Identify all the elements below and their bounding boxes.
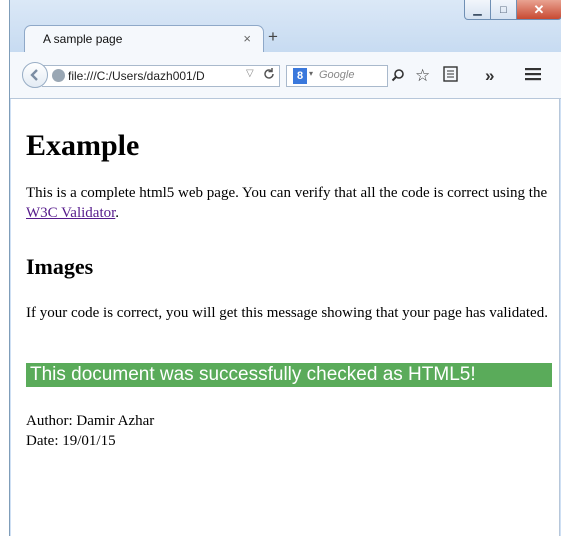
page-content: Example This is a complete html5 web pag… — [11, 99, 560, 536]
browser-window: ▁ □ ✕ A sample page × + file:///C:/Users… — [9, 0, 561, 536]
globe-icon — [52, 69, 65, 82]
window-controls: ▁ □ ✕ — [464, 0, 561, 20]
search-engine-dropdown-icon[interactable]: ▾ — [309, 69, 313, 78]
navigation-bar: file:///C:/Users/dazh001/D ▽ 8 ▾ Google … — [10, 52, 561, 99]
back-arrow-icon — [30, 69, 38, 81]
reload-icon[interactable] — [262, 67, 276, 84]
page-meta: Author: Damir Azhar Date: 19/01/15 — [26, 411, 154, 451]
overflow-icon[interactable]: » — [485, 66, 494, 86]
search-placeholder: Google — [319, 69, 355, 81]
images-paragraph: If your code is correct, you will get th… — [26, 305, 548, 321]
search-box[interactable]: 8 ▾ Google — [286, 65, 404, 87]
tab-sample-page[interactable]: A sample page × — [24, 25, 264, 53]
maximize-button[interactable]: □ — [491, 0, 517, 20]
reading-list-icon[interactable] — [443, 66, 458, 87]
date-line: Date: 19/01/15 — [26, 433, 116, 449]
intro-paragraph: This is a complete html5 web page. You c… — [26, 183, 558, 223]
url-bar[interactable]: file:///C:/Users/dazh001/D ▽ — [42, 65, 280, 87]
menu-icon[interactable] — [525, 66, 541, 86]
w3c-validator-link[interactable]: W3C Validator — [26, 205, 115, 221]
url-dropdown-icon[interactable]: ▽ — [246, 68, 254, 79]
back-button[interactable] — [22, 62, 48, 88]
page-heading: Example — [26, 129, 140, 162]
validation-banner: This document was successfully checked a… — [26, 363, 552, 387]
google-icon[interactable]: 8 — [293, 68, 307, 84]
bookmark-star-icon[interactable]: ☆ — [415, 66, 430, 86]
tab-title: A sample page — [43, 32, 123, 46]
intro-text: This is a complete html5 web page. You c… — [26, 185, 548, 201]
search-icon[interactable] — [391, 68, 405, 85]
images-heading: Images — [26, 254, 94, 279]
new-tab-button[interactable]: + — [268, 27, 278, 47]
minimize-button[interactable]: ▁ — [464, 0, 491, 20]
intro-end: . — [115, 205, 120, 221]
author-line: Author: Damir Azhar — [26, 413, 155, 429]
tab-close-icon[interactable]: × — [243, 31, 251, 46]
url-text[interactable]: file:///C:/Users/dazh001/D — [68, 69, 240, 83]
title-bar: ▁ □ ✕ A sample page × + — [10, 0, 561, 53]
close-window-button[interactable]: ✕ — [517, 0, 561, 20]
